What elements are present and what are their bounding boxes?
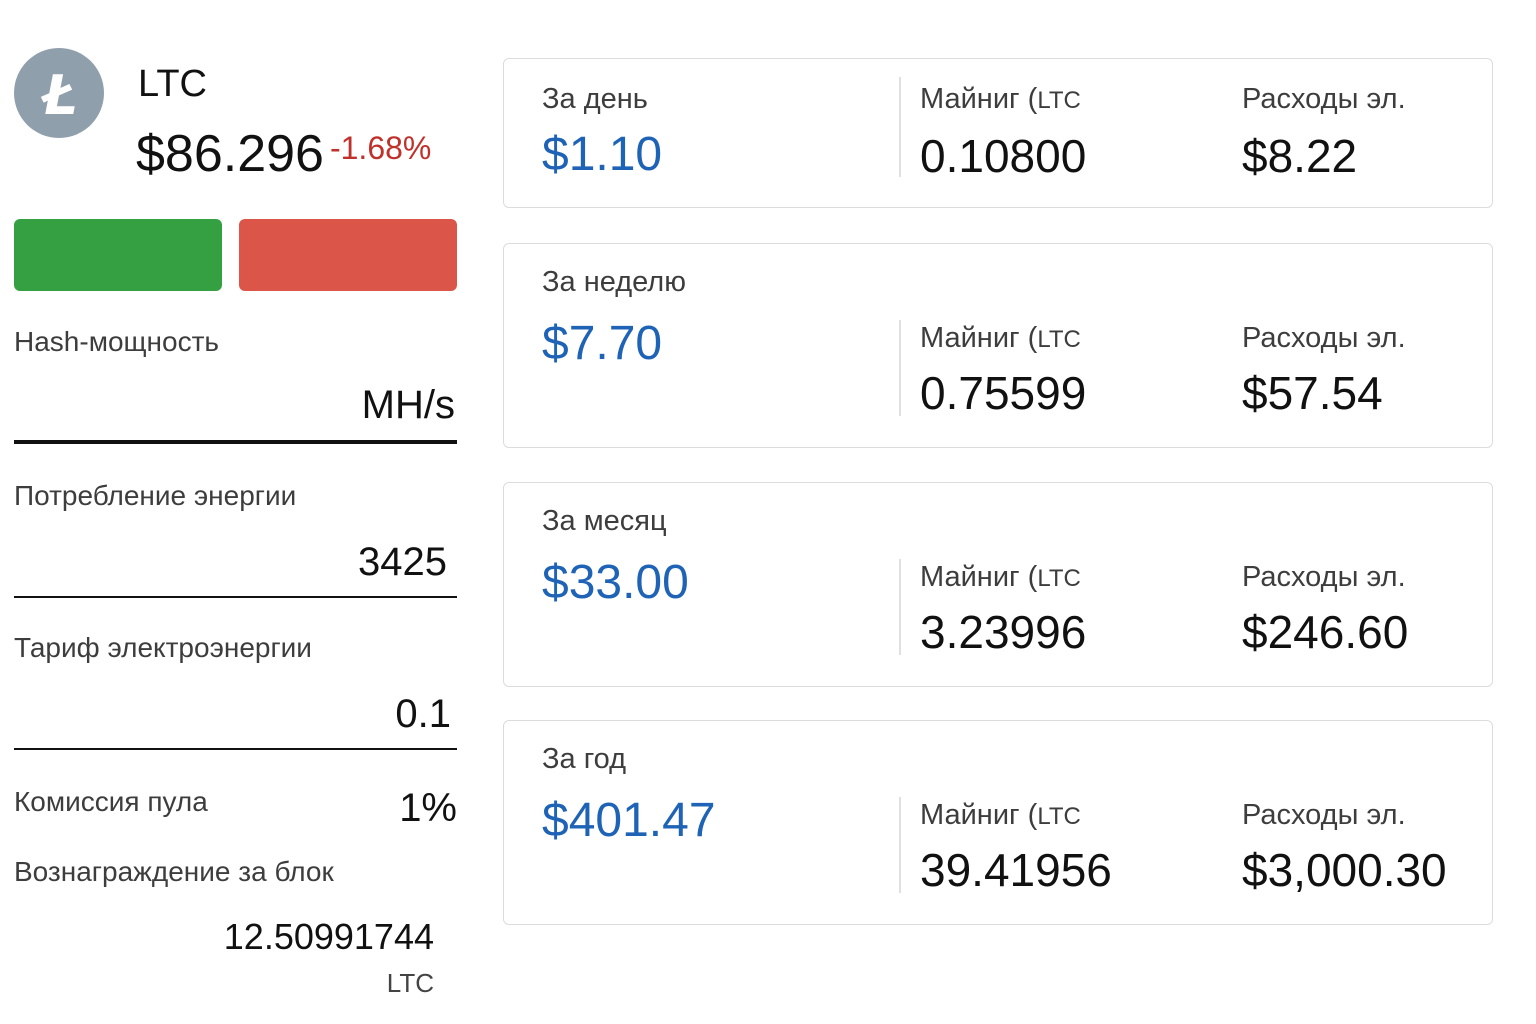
result-card-year: За год $401.47 Майниг (LTC 39.41956 Расх…	[503, 720, 1493, 925]
mining-label-unit: LTC	[1037, 803, 1081, 830]
litecoin-logo-icon: Ł	[14, 48, 104, 138]
power-input[interactable]	[14, 534, 457, 590]
mining-label: Майниг (LTC	[920, 322, 1081, 355]
block-reward-unit: LTC	[386, 968, 434, 998]
buy-button[interactable]	[14, 219, 222, 291]
period-label: За неделю	[542, 266, 686, 298]
profit-value: $1.10	[542, 128, 663, 181]
litecoin-logo-glyph: Ł	[40, 64, 78, 127]
hashrate-underline	[14, 440, 457, 444]
price-change: -1.68%	[329, 130, 432, 166]
result-card-month: За месяц $33.00 Майниг (LTC 3.23996 Расх…	[503, 482, 1493, 687]
cost-label: Расходы эл.	[1242, 561, 1406, 593]
power-underline	[14, 596, 457, 598]
mining-label-unit: LTC	[1037, 326, 1081, 353]
card-divider	[899, 77, 901, 177]
period-label: За год	[542, 743, 627, 775]
mining-label-text: Майниг (	[920, 83, 1038, 115]
mining-label-text: Майниг (	[920, 322, 1038, 354]
litecoin-logo-letter: Ł	[40, 64, 78, 127]
mining-label-unit: LTC	[1037, 87, 1081, 114]
profit-value: $401.47	[542, 794, 716, 847]
period-label: За день	[542, 83, 648, 115]
card-divider	[899, 797, 901, 893]
price-row: $86.296 -1.68%	[136, 124, 431, 184]
mining-value: 39.41956	[920, 844, 1112, 896]
period-label: За месяц	[542, 505, 667, 537]
power-label: Потребление энергии	[14, 480, 297, 511]
result-card-day: За день $1.10 Майниг (LTC 0.10800 Расход…	[503, 58, 1493, 208]
cost-value: $3,000.30	[1242, 844, 1447, 896]
cost-label: Расходы эл.	[1242, 83, 1406, 115]
mining-label-unit: LTC	[1037, 565, 1081, 592]
block-reward-value: 12.50991744	[223, 916, 434, 957]
card-divider	[899, 559, 901, 655]
tariff-underline	[14, 748, 457, 750]
mining-label-text: Майниг (	[920, 561, 1038, 593]
tariff-label: Тариф электроэнергии	[14, 632, 312, 663]
coin-symbol: LTC	[138, 63, 207, 105]
mining-value: 0.10800	[920, 130, 1087, 182]
result-card-week: За неделю $7.70 Майниг (LTC 0.75599 Расх…	[503, 243, 1493, 448]
pool-fee-label: Комиссия пула	[14, 786, 208, 817]
profit-value: $7.70	[542, 317, 663, 370]
hashrate-label: Hash-мощность	[14, 326, 219, 357]
tariff-input[interactable]	[14, 686, 457, 742]
mining-value: 3.23996	[920, 606, 1087, 658]
mining-label: Майниг (LTC	[920, 83, 1081, 116]
sell-button[interactable]	[239, 219, 457, 291]
block-reward-label: Вознаграждение за блок	[14, 856, 334, 887]
coin-price: $86.296	[136, 125, 324, 183]
cost-value: $246.60	[1242, 606, 1409, 658]
cost-label: Расходы эл.	[1242, 799, 1406, 831]
cost-value: $8.22	[1242, 130, 1358, 182]
pool-fee-value: 1%	[399, 786, 457, 830]
cost-value: $57.54	[1242, 367, 1383, 419]
hashrate-input[interactable]	[14, 376, 457, 434]
card-divider	[899, 320, 901, 416]
profit-value: $33.00	[542, 556, 689, 609]
mining-label: Майниг (LTC	[920, 561, 1081, 594]
mining-label: Майниг (LTC	[920, 799, 1081, 832]
cost-label: Расходы эл.	[1242, 322, 1406, 354]
mining-value: 0.75599	[920, 367, 1087, 419]
mining-label-text: Майниг (	[920, 799, 1038, 831]
